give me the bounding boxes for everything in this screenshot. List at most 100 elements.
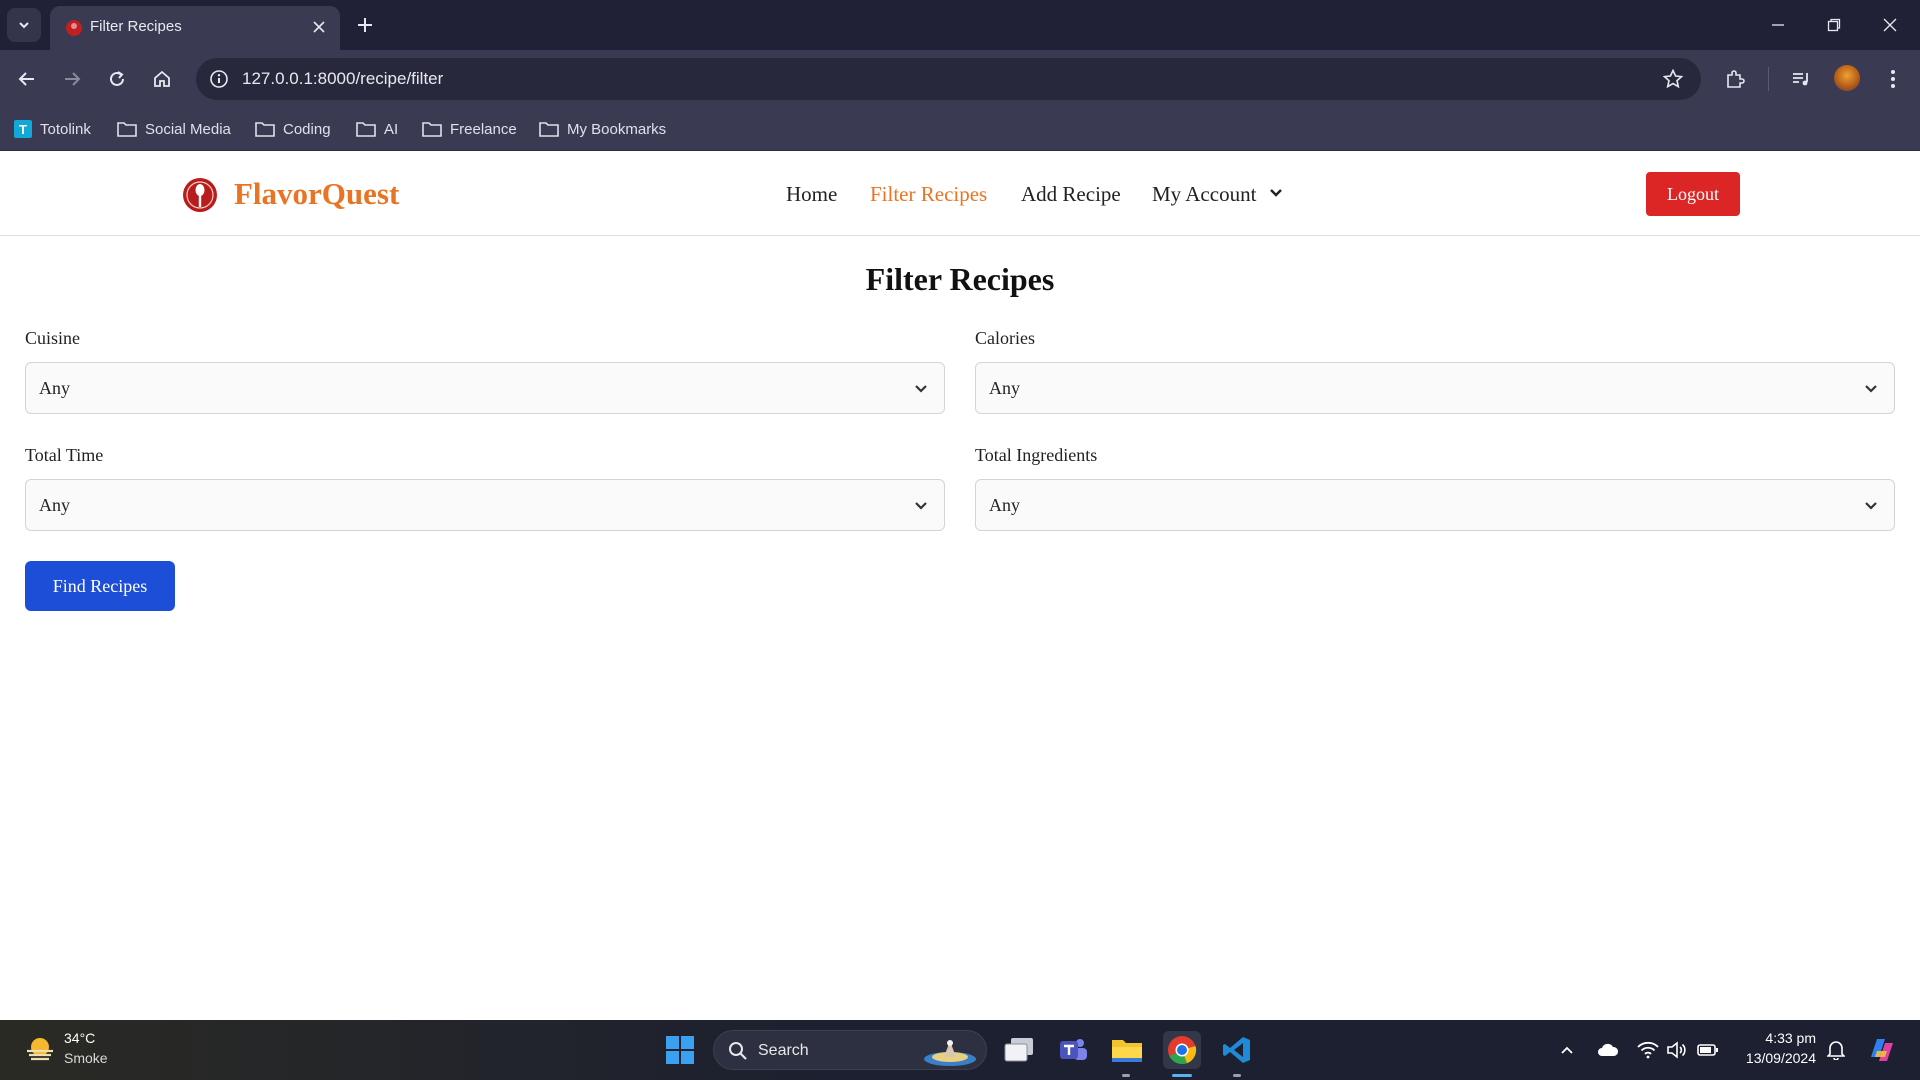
taskbar-vscode-icon[interactable]: [1218, 1031, 1256, 1069]
weather-temperature[interactable]: 34°C: [64, 1030, 95, 1046]
bookmark-label: Freelance: [450, 120, 517, 138]
folder-icon: [117, 122, 137, 137]
toolbar-divider: [1768, 67, 1769, 91]
folder-icon: [422, 122, 442, 137]
taskbar-teams-icon[interactable]: [1054, 1031, 1092, 1069]
folder-icon: [356, 122, 376, 137]
total-ingredients-label: Total Ingredients: [975, 445, 1098, 465]
bookmark-label: Coding: [283, 120, 331, 138]
bookmark-totolink[interactable]: T Totolink: [14, 118, 91, 140]
close-icon: [1883, 18, 1897, 32]
chrome-menu-icon[interactable]: [1878, 64, 1908, 94]
cuisine-value: Any: [39, 378, 70, 398]
logout-button[interactable]: Logout: [1646, 172, 1740, 216]
total-ingredients-select[interactable]: Any: [975, 479, 1895, 531]
restore-window-button[interactable]: [1816, 10, 1852, 40]
restore-icon: [1827, 18, 1841, 32]
bookmarks-bar: T Totolink Social Media Coding AI Freela…: [0, 108, 1920, 151]
tab-search-dropdown-button[interactable]: [7, 8, 41, 42]
page-title: Filter Recipes: [865, 261, 1055, 297]
minimize-window-button[interactable]: [1760, 10, 1796, 40]
page-content: FlavorQuest Home Filter Recipes Add Reci…: [0, 151, 1920, 1020]
total-time-label: Total Time: [25, 445, 104, 465]
browser-toolbar: 127.0.0.1:8000/recipe/filter: [0, 50, 1920, 108]
weather-condition[interactable]: Smoke: [64, 1050, 108, 1066]
media-controls-icon[interactable]: [1786, 64, 1816, 94]
nav-home[interactable]: Home: [786, 182, 837, 207]
profile-avatar[interactable]: [1834, 65, 1860, 91]
minimize-icon: [1772, 24, 1784, 26]
taskbar-chrome-icon[interactable]: [1163, 1031, 1201, 1069]
calories-label: Calories: [975, 328, 1035, 348]
bookmark-folder-social-media[interactable]: Social Media: [117, 118, 231, 140]
battery-icon[interactable]: [1696, 1038, 1720, 1062]
bookmark-folder-my-bookmarks[interactable]: My Bookmarks: [539, 118, 666, 140]
total-time-value: Any: [39, 495, 70, 515]
chevron-down-icon[interactable]: [1268, 185, 1284, 201]
new-tab-button[interactable]: [352, 12, 378, 38]
calories-select[interactable]: Any: [975, 362, 1895, 414]
plus-icon: [358, 18, 372, 32]
volume-speaker-icon[interactable]: [1665, 1038, 1689, 1062]
onedrive-cloud-icon[interactable]: [1596, 1038, 1620, 1062]
back-button[interactable]: [11, 63, 43, 95]
reload-icon: [110, 71, 124, 86]
bookmark-label: AI: [384, 120, 399, 138]
taskbar-task-view-icon[interactable]: [1000, 1031, 1038, 1069]
home-button[interactable]: [146, 63, 178, 95]
brand-logo-icon[interactable]: [182, 177, 218, 213]
total-ingredients-value: Any: [989, 495, 1020, 515]
extensions-icon[interactable]: [1720, 64, 1750, 94]
windows-start-icon[interactable]: [665, 1035, 695, 1065]
arrow-right-icon: [65, 72, 81, 86]
folder-icon: [539, 122, 559, 137]
notification-bell-icon[interactable]: [1824, 1038, 1848, 1062]
calories-value: Any: [989, 378, 1020, 398]
tab-close-icon[interactable]: [308, 16, 330, 38]
bookmark-folder-freelance[interactable]: Freelance: [422, 118, 517, 140]
taskbar-file-explorer-icon[interactable]: [1108, 1031, 1146, 1069]
active-tab[interactable]: Filter Recipes: [50, 6, 340, 50]
arrow-left-icon: [18, 72, 34, 86]
browser-tab-strip: Filter Recipes: [0, 0, 1920, 50]
clock-date[interactable]: 13/09/2024: [1736, 1050, 1816, 1066]
tab-title: Filter Recipes: [90, 18, 182, 35]
chevron-down-icon: [1865, 502, 1877, 510]
taskbar-search-label: Search: [758, 1042, 809, 1059]
bookmark-label: Social Media: [145, 120, 231, 138]
vscode-running-indicator: [1233, 1074, 1241, 1077]
bookmark-folder-ai[interactable]: AI: [356, 118, 398, 140]
clock-time[interactable]: 4:33 pm: [1760, 1030, 1816, 1046]
taskbar: 34°C Smoke Search 4:33 pm 13/09/2024: [0, 1020, 1920, 1080]
forward-button[interactable]: [56, 63, 88, 95]
total-time-select[interactable]: Any: [25, 479, 945, 531]
nav-filter-recipes[interactable]: Filter Recipes: [870, 182, 987, 207]
show-hidden-icons-chevron-up-icon[interactable]: [1555, 1038, 1579, 1062]
file-explorer-running-indicator: [1122, 1074, 1130, 1077]
cuisine-select[interactable]: Any: [25, 362, 945, 414]
close-window-button[interactable]: [1872, 10, 1908, 40]
bookmark-label: My Bookmarks: [567, 120, 667, 138]
chevron-down-icon: [915, 385, 927, 393]
taskbar-search-box[interactable]: Search: [713, 1030, 987, 1070]
site-favicon-icon: [66, 20, 82, 36]
bookmark-star-icon[interactable]: [1661, 67, 1685, 91]
wifi-icon[interactable]: [1636, 1038, 1660, 1062]
site-header: FlavorQuest Home Filter Recipes Add Reci…: [0, 151, 1920, 236]
reload-button[interactable]: [101, 63, 133, 95]
find-recipes-button[interactable]: Find Recipes: [25, 561, 175, 611]
url-text: 127.0.0.1:8000/recipe/filter: [242, 69, 444, 88]
brand-name[interactable]: FlavorQuest: [234, 176, 399, 212]
copilot-icon[interactable]: [1866, 1034, 1898, 1066]
folder-icon: [255, 122, 275, 137]
chevron-down-icon: [1865, 385, 1877, 393]
bookmark-label: Totolink: [40, 120, 91, 138]
chevron-down-icon: [19, 22, 29, 29]
bookmark-folder-coding[interactable]: Coding: [255, 118, 331, 140]
site-info-icon[interactable]: [206, 66, 232, 92]
nav-add-recipe[interactable]: Add Recipe: [1021, 182, 1121, 207]
address-bar[interactable]: 127.0.0.1:8000/recipe/filter: [196, 58, 1701, 100]
cuisine-label: Cuisine: [25, 328, 81, 348]
weather-haze-icon[interactable]: [24, 1035, 56, 1065]
nav-my-account[interactable]: My Account: [1152, 182, 1256, 207]
